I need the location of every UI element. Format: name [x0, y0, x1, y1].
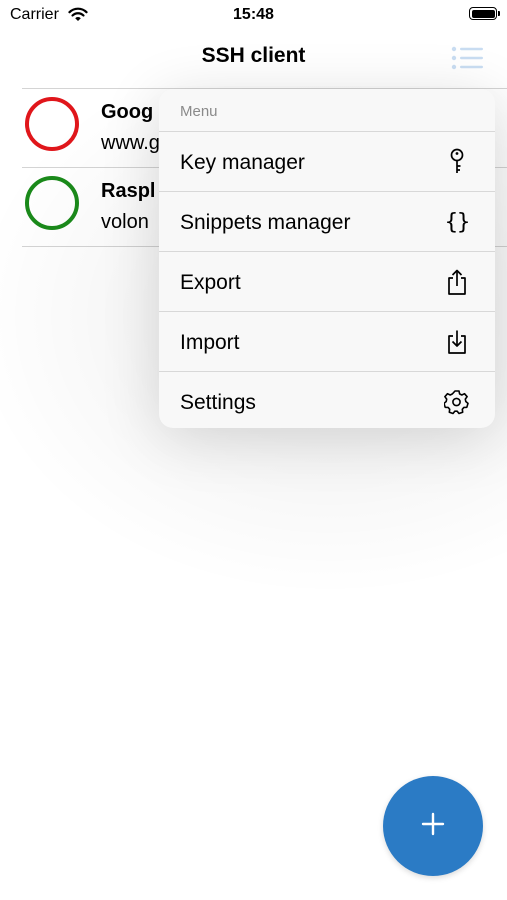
- status-bar: Carrier 15:48: [0, 0, 507, 30]
- gear-icon: [443, 388, 471, 416]
- menu-title: Menu: [180, 103, 218, 120]
- menu-item-import[interactable]: Import: [159, 312, 495, 372]
- host-address: www.g: [101, 132, 160, 154]
- braces-icon: {}: [444, 209, 471, 235]
- status-indicator: [25, 176, 79, 230]
- battery-icon: [469, 7, 500, 20]
- host-name: Raspl: [101, 180, 156, 202]
- key-icon: [443, 148, 471, 176]
- menu-item-settings[interactable]: Settings: [159, 372, 495, 428]
- host-name: Goog: [101, 101, 154, 123]
- status-indicator: [25, 97, 79, 151]
- page-title: SSH client: [201, 44, 306, 67]
- menu-item-key-manager[interactable]: Key manager: [159, 132, 495, 192]
- list-icon: [449, 46, 485, 76]
- menu-item-label: Snippets manager: [180, 211, 351, 234]
- menu-item-export[interactable]: Export: [159, 252, 495, 312]
- menu-item-label: Settings: [180, 391, 256, 414]
- menu-header: Menu: [159, 89, 495, 132]
- menu-button[interactable]: [449, 44, 485, 72]
- add-host-button[interactable]: [383, 776, 483, 876]
- menu-item-label: Export: [180, 271, 241, 294]
- menu-item-label: Key manager: [180, 151, 305, 174]
- host-address: volon: [101, 211, 149, 233]
- clock: 15:48: [233, 6, 274, 23]
- import-icon: [443, 328, 471, 356]
- menu-item-snippets-manager[interactable]: Snippets manager {}: [159, 192, 495, 252]
- menu-item-label: Import: [180, 331, 240, 354]
- context-menu: Menu Key manager Snippets manager {} Exp…: [159, 89, 495, 428]
- plus-icon: [421, 812, 445, 841]
- share-icon: [443, 268, 471, 296]
- navigation-bar: SSH client: [0, 30, 507, 86]
